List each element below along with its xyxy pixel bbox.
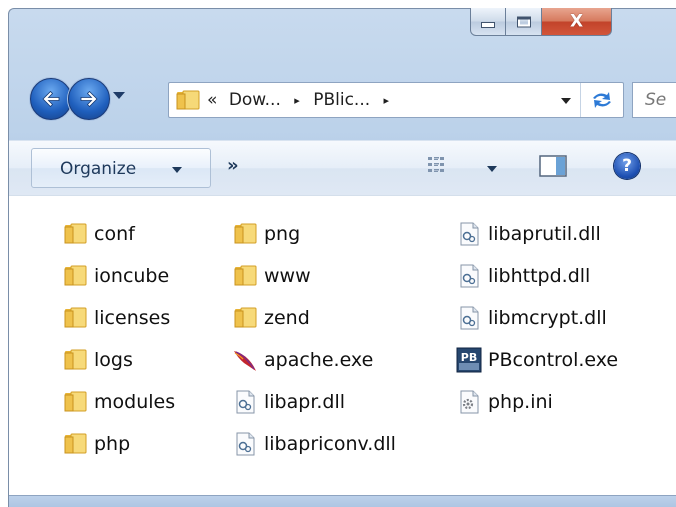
- file-name: logs: [94, 349, 133, 371]
- search-box[interactable]: Se: [632, 82, 676, 118]
- organize-label: Organize: [60, 159, 137, 179]
- window-controls: X: [470, 8, 612, 38]
- breadcrumb-separator[interactable]: ▸: [384, 94, 390, 107]
- more-commands-button[interactable]: »: [227, 155, 239, 176]
- file-name: libapr.dll: [264, 391, 346, 413]
- dll-file-icon: [236, 390, 255, 414]
- file-name: libapriconv.dll: [264, 433, 396, 455]
- close-button[interactable]: X: [542, 8, 612, 36]
- back-button[interactable]: [30, 78, 72, 120]
- list-item[interactable]: php: [62, 430, 130, 458]
- svg-text:PB: PB: [461, 351, 477, 364]
- file-name: libhttpd.dll: [488, 265, 591, 287]
- breadcrumb-item-pblic[interactable]: PBlic...: [313, 90, 370, 110]
- folder-icon: [64, 223, 87, 244]
- file-name: php: [94, 433, 131, 455]
- file-name: libmcrypt.dll: [488, 307, 607, 329]
- dll-file-icon: [460, 264, 479, 288]
- view-options-dropdown[interactable]: [487, 166, 497, 172]
- help-button[interactable]: ?: [614, 153, 640, 179]
- chevron-down-icon: [172, 167, 182, 173]
- folder-icon: [64, 307, 87, 328]
- folder-icon: [64, 391, 87, 412]
- dll-file-icon: [460, 222, 479, 246]
- organize-button[interactable]: Organize: [31, 148, 211, 188]
- forward-button[interactable]: [68, 78, 110, 120]
- list-item[interactable]: png: [232, 220, 300, 248]
- file-name: zend: [264, 307, 310, 329]
- file-name: ioncube: [94, 265, 170, 287]
- minimize-icon: [481, 22, 495, 29]
- ini-file-icon: [460, 390, 479, 414]
- window-bottom-edge: [9, 495, 676, 507]
- file-name: php.ini: [488, 391, 553, 413]
- list-item[interactable]: ioncube: [62, 262, 169, 290]
- maximize-button[interactable]: [506, 8, 542, 36]
- recent-pages-dropdown[interactable]: [113, 92, 125, 99]
- address-dropdown-icon[interactable]: [561, 98, 571, 104]
- breadcrumb-overflow[interactable]: «: [207, 90, 217, 110]
- list-item[interactable]: libapr.dll: [232, 388, 345, 416]
- file-name: png: [264, 223, 301, 245]
- list-item[interactable]: libapriconv.dll: [232, 430, 396, 458]
- command-bar: Organize » ?: [9, 140, 676, 196]
- folder-icon: [176, 90, 200, 110]
- forward-arrow-icon: [80, 90, 98, 108]
- minimize-button[interactable]: [470, 8, 506, 36]
- file-name: www: [264, 265, 311, 287]
- list-item[interactable]: licenses: [62, 304, 170, 332]
- back-arrow-icon: [42, 90, 60, 108]
- preview-pane-button[interactable]: [539, 155, 569, 179]
- list-item[interactable]: modules: [62, 388, 175, 416]
- breadcrumb: « Dow... ▸ PBlic... ▸: [207, 90, 397, 110]
- maximize-icon: [516, 16, 531, 27]
- pb-app-icon: PB: [456, 347, 482, 373]
- list-item[interactable]: www: [232, 262, 311, 290]
- list-item[interactable]: PB PBcontrol.exe: [456, 346, 618, 374]
- file-name: libaprutil.dll: [488, 223, 601, 245]
- refresh-button[interactable]: [580, 83, 623, 117]
- list-item[interactable]: logs: [62, 346, 133, 374]
- close-icon: X: [569, 11, 584, 31]
- change-view-button[interactable]: [427, 156, 449, 176]
- folder-icon: [64, 349, 87, 370]
- list-item[interactable]: zend: [232, 304, 310, 332]
- folder-icon: [64, 433, 87, 454]
- file-name: licenses: [94, 307, 171, 329]
- apache-feather-icon: [234, 351, 256, 371]
- search-placeholder: Se: [645, 90, 667, 110]
- list-item[interactable]: libhttpd.dll: [456, 262, 590, 290]
- breadcrumb-separator[interactable]: ▸: [294, 94, 300, 107]
- dll-file-icon: [460, 306, 479, 330]
- list-item[interactable]: php.ini: [456, 388, 553, 416]
- file-name: apache.exe: [264, 349, 374, 371]
- file-name: PBcontrol.exe: [488, 349, 619, 371]
- folder-icon: [234, 265, 257, 286]
- file-name: conf: [94, 223, 135, 245]
- file-name: modules: [94, 391, 176, 413]
- dll-file-icon: [236, 432, 255, 456]
- address-bar[interactable]: « Dow... ▸ PBlic... ▸: [168, 82, 624, 118]
- folder-icon: [64, 265, 87, 286]
- refresh-icon: [593, 92, 611, 108]
- list-item[interactable]: conf: [62, 220, 135, 248]
- breadcrumb-item-downloads[interactable]: Dow...: [229, 90, 281, 110]
- folder-icon: [234, 307, 257, 328]
- list-item[interactable]: libmcrypt.dll: [456, 304, 607, 332]
- folder-icon: [234, 223, 257, 244]
- list-item[interactable]: libaprutil.dll: [456, 220, 601, 248]
- list-item[interactable]: apache.exe: [232, 346, 373, 374]
